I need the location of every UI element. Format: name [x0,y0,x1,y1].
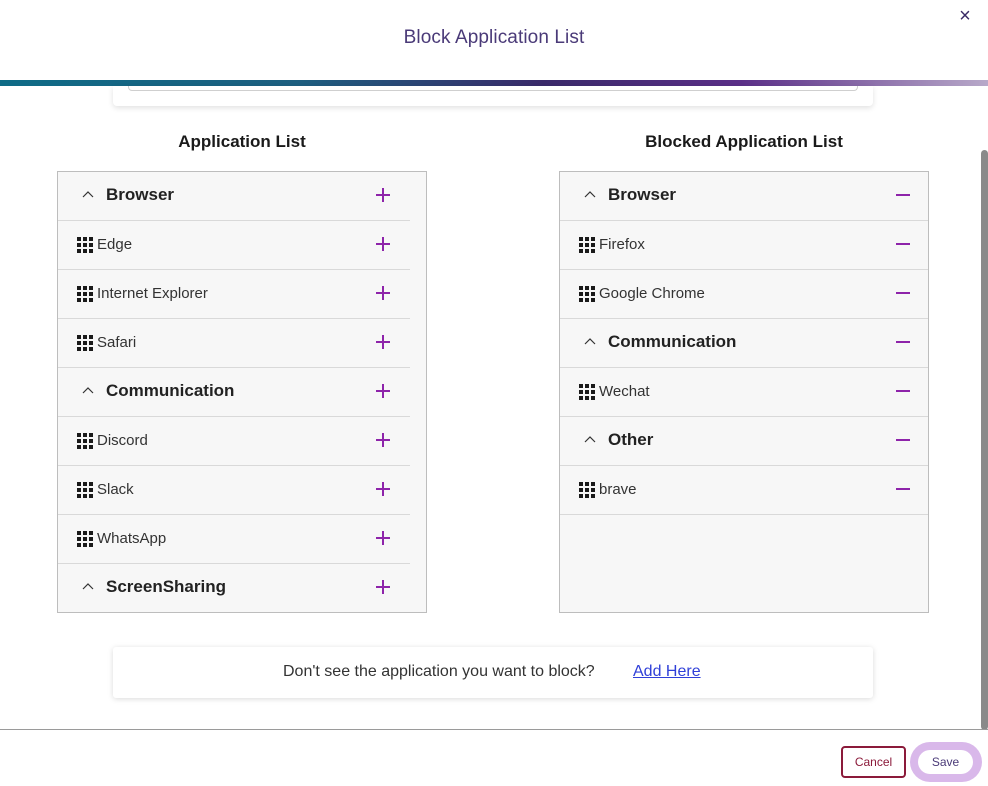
group-label: Browser [608,185,677,204]
chevron-up-icon[interactable] [82,384,94,396]
minus-icon[interactable] [894,235,912,253]
plus-icon[interactable] [374,382,392,400]
chevron-up-icon[interactable] [584,188,596,200]
plus-icon[interactable] [374,333,392,351]
list-item[interactable]: Internet Explorer [58,270,410,319]
app-grid-icon [77,482,93,498]
app-name: Discord [97,432,148,449]
list-item[interactable]: Slack [58,466,410,515]
group-label: Communication [106,381,235,400]
blocked-application-list: Browser Firefox Google Chrome Communication… [559,171,929,613]
plus-icon[interactable] [374,529,392,547]
app-grid-icon [77,286,93,302]
minus-icon[interactable] [894,186,912,204]
group-row[interactable]: Communication [560,319,928,368]
modal-header: Block Application List × [0,0,988,80]
add-application-prompt: Don't see the application you want to bl… [283,663,595,680]
cancel-button[interactable]: Cancel [841,746,906,778]
app-grid-icon [77,335,93,351]
add-application-card: Don't see the application you want to bl… [113,647,873,698]
list-item[interactable]: Safari [58,319,410,368]
list-item[interactable]: Discord [58,417,410,466]
app-name: Google Chrome [599,285,705,302]
application-list: Browser Edge Internet Explorer Safari Commun… [57,171,427,613]
list-item[interactable]: Google Chrome [560,270,928,319]
top-card-input-edge [128,86,858,91]
list-item[interactable]: WhatsApp [58,515,410,564]
modal-scrollbar[interactable] [981,150,988,730]
plus-icon[interactable] [374,480,392,498]
save-button-focus-ring: Save [910,742,982,782]
top-card [113,86,873,106]
app-name: Slack [97,481,134,498]
app-grid-icon [579,482,595,498]
application-list-title: Application List [178,132,306,151]
app-name: brave [599,481,637,498]
plus-icon[interactable] [374,284,392,302]
plus-icon[interactable] [374,186,392,204]
group-label: Other [608,430,654,449]
chevron-up-icon[interactable] [584,335,596,347]
app-grid-icon [77,531,93,547]
group-label: ScreenSharing [106,577,226,596]
group-row[interactable]: ScreenSharing [58,564,410,612]
group-row[interactable]: Communication [58,368,410,417]
minus-icon[interactable] [894,480,912,498]
app-grid-icon [77,237,93,253]
modal-body: Application List Blocked Application Lis… [0,86,988,729]
chevron-up-icon[interactable] [82,580,94,592]
list-item[interactable]: Wechat [560,368,928,417]
app-name: Safari [97,334,137,351]
group-row[interactable]: Browser [58,172,410,221]
minus-icon[interactable] [894,284,912,302]
save-button[interactable]: Save [918,750,973,774]
modal-footer: Cancel Save [0,729,988,786]
plus-icon[interactable] [374,235,392,253]
app-grid-icon [77,433,93,449]
group-label: Browser [106,185,175,204]
app-grid-icon [579,384,595,400]
app-name: Firefox [599,236,645,253]
app-grid-icon [579,286,595,302]
plus-icon[interactable] [374,431,392,449]
list-item[interactable]: brave [560,466,928,515]
chevron-up-icon[interactable] [82,188,94,200]
app-name: Wechat [599,383,650,400]
chevron-up-icon[interactable] [584,433,596,445]
minus-icon[interactable] [894,382,912,400]
app-name: WhatsApp [97,530,167,547]
add-here-link[interactable]: Add Here [633,663,701,681]
minus-icon[interactable] [894,333,912,351]
group-row[interactable]: Other [560,417,928,466]
group-row[interactable]: Browser [560,172,928,221]
app-name: Edge [97,236,133,253]
list-item[interactable]: Edge [58,221,410,270]
list-item[interactable]: Firefox [560,221,928,270]
blocked-list-title: Blocked Application List [645,132,843,151]
app-grid-icon [579,237,595,253]
modal-title: Block Application List [403,27,585,48]
group-label: Communication [608,332,737,351]
close-icon[interactable]: × [954,6,976,28]
plus-icon[interactable] [374,578,392,596]
minus-icon[interactable] [894,431,912,449]
app-name: Internet Explorer [97,285,208,302]
